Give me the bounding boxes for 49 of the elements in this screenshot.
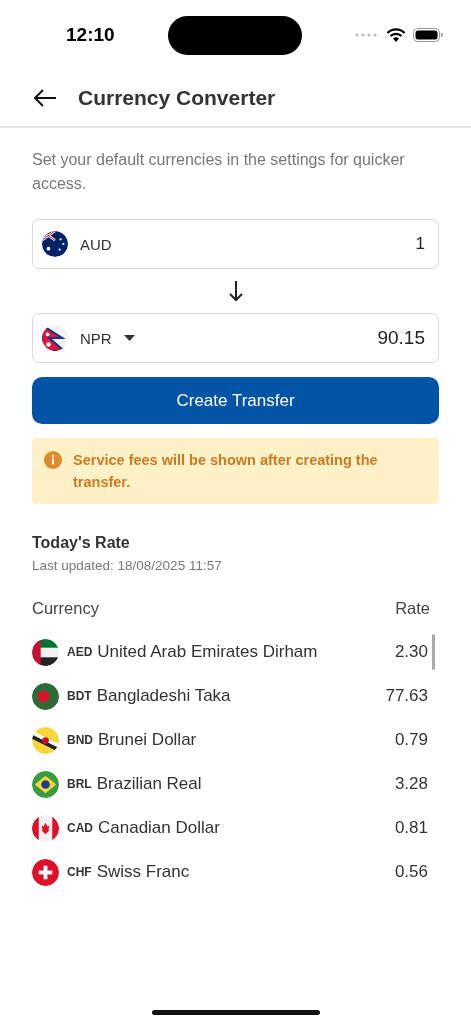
currency-code: BDT bbox=[67, 689, 92, 703]
currency-code: AED bbox=[67, 645, 93, 659]
currency-name: United Arab Emirates Dirham bbox=[97, 642, 318, 662]
currency-name: Brunei Dollar bbox=[98, 730, 197, 750]
rate-value: 3.28 bbox=[393, 774, 428, 794]
down-arrow-icon bbox=[228, 280, 243, 302]
flag-icon bbox=[32, 814, 59, 842]
flag-icon bbox=[32, 770, 59, 798]
flag-icon bbox=[32, 726, 59, 754]
currency-code: CAD bbox=[67, 821, 93, 835]
flag-icon bbox=[42, 325, 68, 351]
currency-code: NPR bbox=[80, 329, 112, 347]
rate-value: 2.30 bbox=[393, 642, 428, 662]
wifi-icon bbox=[386, 27, 406, 43]
section-title: Today's Rate bbox=[32, 534, 131, 552]
currency-code: BND bbox=[67, 733, 93, 747]
scrollbar-thumb[interactable] bbox=[432, 634, 435, 670]
column-header: Currency bbox=[32, 599, 99, 618]
flag-icon bbox=[32, 682, 59, 710]
hint-text: Set your default currencies in the settings for quicker access. bbox=[32, 150, 406, 194]
flag-icon bbox=[32, 638, 59, 666]
amount-value: 90.15 bbox=[377, 327, 425, 349]
rate-value: 0.79 bbox=[393, 730, 428, 750]
currency-field[interactable]: NPR 90.15 bbox=[32, 313, 439, 363]
currency-name: Brazilian Real bbox=[96, 774, 202, 794]
screen-title: Currency Converter bbox=[78, 86, 276, 110]
currency-code: CHF bbox=[67, 865, 92, 879]
flag-icon bbox=[32, 858, 59, 886]
signal-icon bbox=[355, 33, 379, 37]
back-arrow-icon[interactable] bbox=[33, 89, 57, 107]
rate-value: 0.56 bbox=[393, 862, 428, 882]
flag-icon bbox=[42, 231, 68, 257]
rate-value: 0.81 bbox=[393, 818, 428, 838]
currency-field[interactable]: AUD 1 bbox=[32, 219, 439, 269]
currency-code: AUD bbox=[80, 235, 112, 253]
currency-name: Bangladeshi Taka bbox=[96, 686, 231, 706]
caret-icon[interactable] bbox=[123, 335, 135, 341]
column-header: Rate bbox=[395, 599, 430, 618]
info-icon bbox=[44, 451, 62, 469]
last-updated-text: Last updated: 18/08/2025 11:57 bbox=[32, 558, 223, 573]
status-time: 12:10 bbox=[66, 24, 116, 46]
notice-text: Service fees will be shown after creating the transfer. bbox=[73, 451, 379, 492]
currency-name: Swiss Franc bbox=[96, 862, 190, 882]
currency-code: BRL bbox=[67, 777, 92, 791]
battery-icon bbox=[413, 28, 443, 42]
rate-value: 77.63 bbox=[384, 686, 428, 706]
currency-name: Canadian Dollar bbox=[98, 818, 220, 838]
create-transfer-button[interactable]: Create Transfer bbox=[32, 377, 439, 424]
amount-value: 1 bbox=[415, 234, 425, 254]
